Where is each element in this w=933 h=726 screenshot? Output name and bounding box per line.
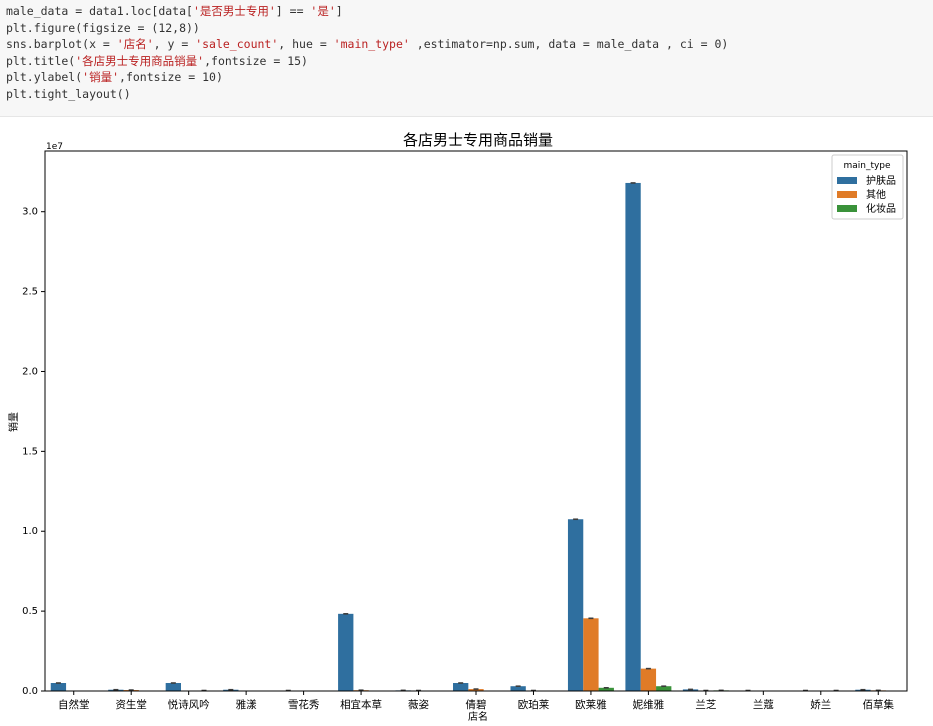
code-token: '各店男士专用商品销量' bbox=[75, 53, 205, 68]
x-tick-label: 自然堂 bbox=[58, 698, 90, 711]
legend-entry-label: 化妆品 bbox=[866, 202, 896, 215]
bar-1-8 bbox=[453, 683, 469, 691]
bar-1-10 bbox=[567, 519, 584, 691]
code-token: ] bbox=[335, 4, 343, 18]
code-token: '销量' bbox=[82, 70, 120, 84]
bar-1-1 bbox=[50, 683, 67, 691]
x-tick-label: 倩碧 bbox=[466, 698, 487, 711]
code-token: ,fontsize = 15) bbox=[204, 53, 308, 68]
x-tick-label: 悦诗风吟 bbox=[168, 698, 210, 711]
code-line: plt.tight_layout() bbox=[6, 86, 927, 103]
code-token: plt.ylabel( bbox=[6, 70, 83, 84]
x-tick-label: 资生堂 bbox=[115, 698, 147, 711]
x-tick-label: 雪花秀 bbox=[288, 698, 320, 711]
y-tick-label: 0.0 bbox=[22, 686, 38, 697]
code-token: '是否男士专用' bbox=[192, 4, 276, 18]
code-token: , hue = bbox=[278, 37, 334, 51]
legend: main_type 护肤品其他化妆品 bbox=[831, 154, 904, 220]
x-tick-label: 娇兰 bbox=[810, 698, 831, 711]
bar-1-6 bbox=[338, 613, 354, 691]
y-tick-label: 2.5 bbox=[22, 287, 38, 298]
y-tick-label: 2.0 bbox=[22, 366, 38, 377]
x-tick-label: 佰草集 bbox=[863, 698, 895, 711]
code-line: male_data = data1.loc[data['是否男士专用'] == … bbox=[6, 3, 927, 20]
code-token: sns.barplot(x = bbox=[6, 37, 117, 51]
chart-title: 各店男士专用商品销量 bbox=[403, 131, 553, 149]
x-tick-label: 薇姿 bbox=[408, 698, 429, 711]
y-tick-label: 0.5 bbox=[22, 606, 38, 617]
legend-swatch bbox=[837, 177, 857, 184]
bar-1-11 bbox=[625, 182, 641, 691]
code-token: ] == bbox=[275, 4, 311, 18]
code-line: plt.ylabel('销量',fontsize = 10) bbox=[6, 69, 927, 86]
bar-2-11 bbox=[640, 668, 657, 691]
bars-layer bbox=[50, 182, 886, 692]
code-token: , y = bbox=[153, 37, 196, 51]
x-axis-label: 店名 bbox=[468, 710, 488, 722]
bar-2-10 bbox=[583, 618, 599, 691]
code-cell[interactable]: male_data = data1.loc[data['是否男士专用'] == … bbox=[0, 0, 933, 117]
y-ticks: 0.0 0.5 1.0 1.5 2.0 2.5 3.0 bbox=[22, 207, 45, 697]
x-tick-label: 欧莱雅 bbox=[575, 698, 607, 711]
code-token: 'sale_count' bbox=[195, 37, 279, 51]
legend-title: main_type bbox=[843, 161, 891, 171]
x-tick-label: 兰蔻 bbox=[753, 698, 774, 711]
bar-chart: 各店男士专用商品销量 1e7 销量 店名 0.00.51.01.52.02.53… bbox=[7, 131, 908, 723]
code-token: '店名' bbox=[116, 37, 154, 51]
code-line: plt.figure(figsize = (12,8)) bbox=[6, 20, 927, 37]
plot-frame bbox=[44, 150, 908, 692]
x-tick-label: 欧珀莱 bbox=[518, 698, 550, 711]
bar-1-3 bbox=[165, 683, 181, 691]
legend-entry-label: 护肤品 bbox=[866, 174, 896, 187]
legend-entry-label: 其他 bbox=[866, 188, 886, 201]
code-token: plt.title( bbox=[6, 53, 76, 68]
code-token: plt.tight_layout() bbox=[6, 86, 131, 101]
x-tick-label: 相宜本草 bbox=[340, 698, 382, 711]
y-tick-label: 1.5 bbox=[22, 446, 38, 457]
cell-output: 各店男士专用商品销量 1e7 销量 店名 0.0 0.5 1.0 1.5 2.0 2.5 3… bbox=[0, 117, 933, 723]
y-axis-label: 销量 bbox=[7, 412, 20, 432]
code-line: sns.barplot(x = '店名', y = 'sale_count', … bbox=[6, 36, 927, 53]
y-tick-label: 3.0 bbox=[22, 207, 38, 218]
y-tick-label: 1.0 bbox=[22, 526, 38, 537]
code-line: plt.title('各店男士专用商品销量',fontsize = 15) bbox=[6, 53, 927, 70]
legend-swatch bbox=[837, 205, 857, 212]
x-tick-label: 妮维雅 bbox=[633, 698, 665, 711]
code-token: ,estimator=np.sum, data = male_data , ci… bbox=[409, 37, 729, 51]
x-ticks: 自然堂 资生堂 悦诗风吟 雅漾 雪花秀 相宜本草 薇姿 倩碧 欧珀莱 欧莱雅 妮维雅 兰芝 兰蔻 娇兰 佰草… bbox=[58, 691, 895, 711]
code-token: male_data = data1.loc[data[ bbox=[6, 4, 193, 18]
code-token: ,fontsize = 10) bbox=[119, 70, 223, 84]
code-token: plt.figure(figsize = (12,8)) bbox=[6, 20, 200, 35]
x-tick-label: 雅漾 bbox=[236, 698, 257, 711]
legend-swatch bbox=[837, 191, 857, 198]
x-tick-label: 兰芝 bbox=[695, 698, 716, 711]
code-token: 'main_type' bbox=[333, 37, 410, 51]
code-token: '是' bbox=[310, 4, 336, 18]
